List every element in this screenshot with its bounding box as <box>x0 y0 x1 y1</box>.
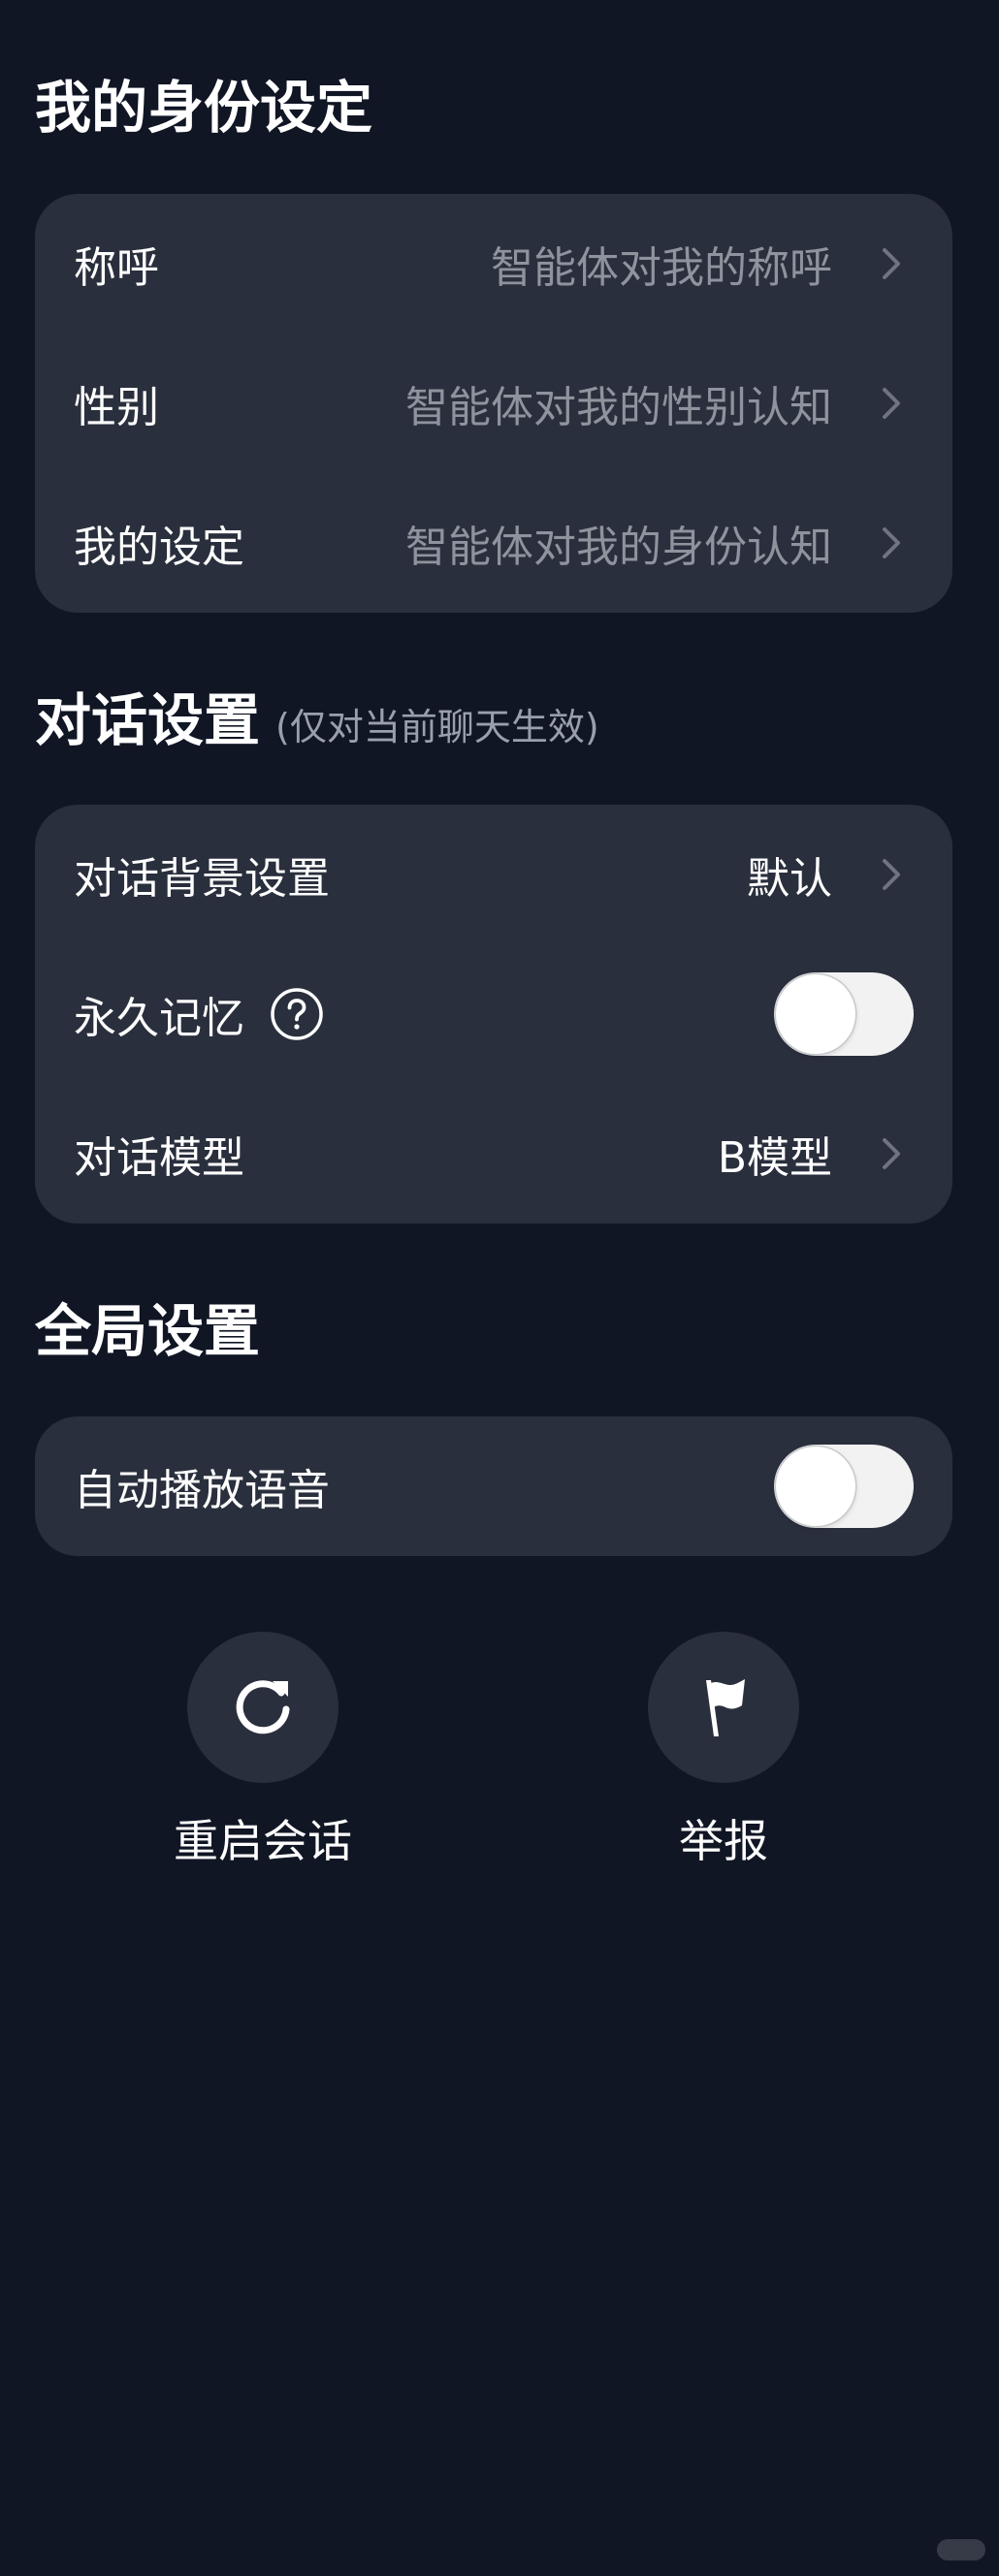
dialog-subtitle: (仅对当前聊天生效) <box>275 706 599 748</box>
nickname-row[interactable]: 称呼 智能体对我的称呼 <box>35 194 952 334</box>
nickname-label: 称呼 <box>74 243 159 293</box>
restart-circle <box>187 1632 338 1783</box>
permanent-memory-toggle[interactable] <box>774 972 914 1056</box>
chat-background-label: 对话背景设置 <box>74 854 330 904</box>
chevron-right-icon <box>883 1138 900 1169</box>
gender-row[interactable]: 性别 智能体对我的性别认知 <box>35 334 952 473</box>
chat-background-row[interactable]: 对话背景设置 默认 <box>35 805 952 944</box>
dialog-section-title: 对话设置 (仅对当前聊天生效) <box>35 692 599 748</box>
refresh-icon <box>236 1680 290 1734</box>
my-setting-value: 智能体对我的身份认知 <box>405 523 832 572</box>
toggle-knob <box>776 974 855 1054</box>
chevron-right-icon <box>883 527 900 558</box>
dialog-title-text: 对话设置 <box>35 687 261 753</box>
gender-value: 智能体对我的性别认知 <box>405 383 832 432</box>
my-setting-row[interactable]: 我的设定 智能体对我的身份认知 <box>35 473 952 613</box>
permanent-memory-label-group: 永久记忆 <box>74 983 324 1045</box>
report-circle <box>648 1632 799 1783</box>
dialog-card: 对话背景设置 默认 永久记忆 对话模型 B模型 <box>35 805 952 1224</box>
report-label: 举报 <box>679 1815 768 1867</box>
chat-background-value: 默认 <box>747 854 832 904</box>
chevron-right-icon <box>883 248 900 279</box>
restart-session-label: 重启会话 <box>174 1815 352 1867</box>
my-setting-label: 我的设定 <box>74 523 244 572</box>
flag-icon <box>706 1679 745 1736</box>
chevron-right-icon <box>883 388 900 419</box>
watermark-logo <box>937 2539 985 2560</box>
global-section-title: 全局设置 <box>35 1303 260 1359</box>
identity-section-title: 我的身份设定 <box>35 80 372 136</box>
chat-model-row[interactable]: 对话模型 B模型 <box>35 1084 952 1224</box>
global-title-text: 全局设置 <box>35 1298 261 1364</box>
question-circle-icon[interactable] <box>270 987 324 1041</box>
chat-model-value: B模型 <box>717 1133 832 1183</box>
report-button[interactable]: 举报 <box>607 1632 840 1870</box>
autoplay-voice-toggle[interactable] <box>774 1445 914 1528</box>
gender-label: 性别 <box>74 383 159 432</box>
permanent-memory-label: 永久记忆 <box>74 994 244 1043</box>
chat-model-label: 对话模型 <box>74 1133 244 1183</box>
global-card: 自动播放语音 <box>35 1416 952 1556</box>
identity-card: 称呼 智能体对我的称呼 性别 智能体对我的性别认知 我的设定 智能体对我的身份认… <box>35 194 952 613</box>
toggle-knob <box>776 1447 855 1526</box>
autoplay-voice-label: 自动播放语音 <box>74 1466 330 1515</box>
chevron-right-icon <box>883 859 900 890</box>
identity-title-text: 我的身份设定 <box>35 75 373 141</box>
autoplay-voice-row: 自动播放语音 <box>35 1416 952 1556</box>
nickname-value: 智能体对我的称呼 <box>491 243 832 293</box>
permanent-memory-row: 永久记忆 <box>35 944 952 1084</box>
restart-session-button[interactable]: 重启会话 <box>146 1632 379 1870</box>
